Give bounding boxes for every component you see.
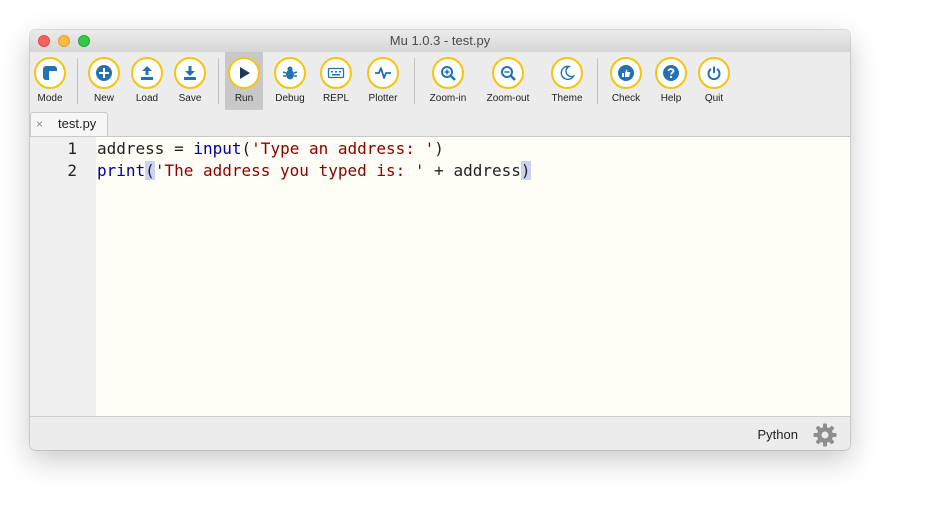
toolbar-separator (77, 58, 78, 104)
thumbs-up-icon (618, 65, 634, 81)
code-line-text: address = input('Type an address: ') (97, 139, 444, 158)
keyboard-icon (327, 67, 345, 79)
toolbar-separator (218, 58, 219, 104)
code-token: + (434, 161, 444, 180)
zoom-out-button[interactable]: Zoom-out (483, 52, 533, 110)
tab-bar: × test.py (30, 110, 850, 137)
mode-button[interactable]: Mode (34, 52, 66, 110)
theme-button[interactable]: Theme (548, 52, 586, 110)
zoom-out-icon (501, 66, 516, 81)
maximize-window-button[interactable] (78, 35, 90, 47)
builtin-function: input (193, 139, 242, 158)
mu-editor-window: Mu 1.0.3 - test.py Mode New Load Save Ru… (30, 30, 850, 450)
toolbar-separator (414, 58, 415, 104)
pulse-icon (375, 67, 391, 79)
string-literal: 'Type an address: ' (251, 139, 435, 158)
mode-icon (43, 66, 57, 80)
check-button[interactable]: Check (610, 52, 642, 110)
code-token: = (174, 139, 184, 158)
code-token: address (453, 161, 521, 180)
string-literal: 'The address you typed is: ' (154, 161, 425, 180)
gear-icon[interactable] (812, 422, 838, 448)
toolbar: Mode New Load Save Run Debug REPL Plotte… (30, 52, 850, 110)
moon-icon (560, 65, 576, 81)
close-tab-icon[interactable]: × (36, 113, 43, 135)
code-token: ) (434, 139, 444, 158)
code-line[interactable]: address = input('Type an address: ') (97, 139, 444, 158)
plotter-button[interactable]: Plotter (367, 52, 399, 110)
help-button[interactable]: Help (655, 52, 687, 110)
zoom-in-icon (441, 66, 456, 81)
line-number-gutter: 1 2 (30, 137, 96, 416)
tab-test-py[interactable]: × test.py (30, 112, 108, 136)
run-button[interactable]: Run (225, 52, 263, 110)
builtin-function: print (97, 161, 146, 180)
minimize-window-button[interactable] (58, 35, 70, 47)
tab-title: test.py (58, 116, 97, 131)
quit-button[interactable]: Quit (698, 52, 730, 110)
code-line-text: print('The address you typed is: ' + add… (97, 161, 531, 180)
mode-indicator[interactable]: Python (758, 427, 798, 442)
repl-button[interactable]: REPL (320, 52, 352, 110)
code-token: address (97, 139, 165, 158)
download-icon (184, 66, 196, 80)
toolbar-separator (597, 58, 598, 104)
close-window-button[interactable] (38, 35, 50, 47)
window-title: Mu 1.0.3 - test.py (389, 33, 491, 48)
upload-icon (141, 66, 153, 80)
line-number: 1 (67, 139, 77, 158)
code-token: ( (241, 139, 252, 158)
status-bar: Python (30, 416, 850, 450)
power-icon (707, 66, 721, 81)
load-button[interactable]: Load (131, 52, 163, 110)
play-icon (240, 67, 250, 79)
save-button[interactable]: Save (174, 52, 206, 110)
code-token: ( (145, 161, 155, 180)
question-icon (663, 65, 679, 81)
zoom-in-button[interactable]: Zoom-in (426, 52, 470, 110)
debug-button[interactable]: Debug (274, 52, 306, 110)
line-number: 2 (67, 161, 77, 180)
plus-icon (96, 65, 112, 81)
new-button[interactable]: New (88, 52, 120, 110)
title-bar: Mu 1.0.3 - test.py (30, 30, 850, 53)
code-line[interactable]: print('The address you typed is: ' + add… (97, 161, 531, 180)
code-token: ) (520, 161, 531, 180)
bug-icon (282, 66, 298, 80)
code-editor[interactable]: 1 2 address = input('Type an address: ')… (30, 137, 850, 416)
